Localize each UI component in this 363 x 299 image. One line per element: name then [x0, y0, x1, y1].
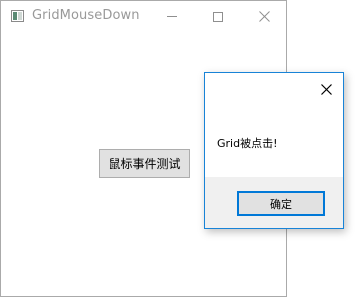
app-icon-left-pane [13, 12, 17, 20]
app-icon-right-pane [18, 12, 22, 20]
close-icon [258, 11, 270, 22]
ok-button[interactable]: 确定 [237, 191, 325, 216]
main-close-button[interactable] [241, 1, 287, 32]
main-titlebar[interactable]: GridMouseDown [1, 1, 286, 33]
close-icon [320, 83, 332, 95]
dialog-message: Grid被点击! [217, 137, 278, 150]
message-box: Grid被点击! 确定 [204, 72, 344, 229]
maximize-button[interactable] [195, 1, 241, 32]
minimize-button[interactable] [149, 1, 195, 32]
dialog-footer: 确定 [205, 177, 343, 228]
maximize-icon [213, 11, 223, 22]
minimize-icon [167, 16, 177, 17]
window-title: GridMouseDown [32, 8, 140, 23]
app-window-icon [11, 10, 24, 22]
mouse-event-test-button[interactable]: 鼠标事件测试 [99, 149, 190, 178]
dialog-close-button[interactable] [315, 79, 337, 99]
